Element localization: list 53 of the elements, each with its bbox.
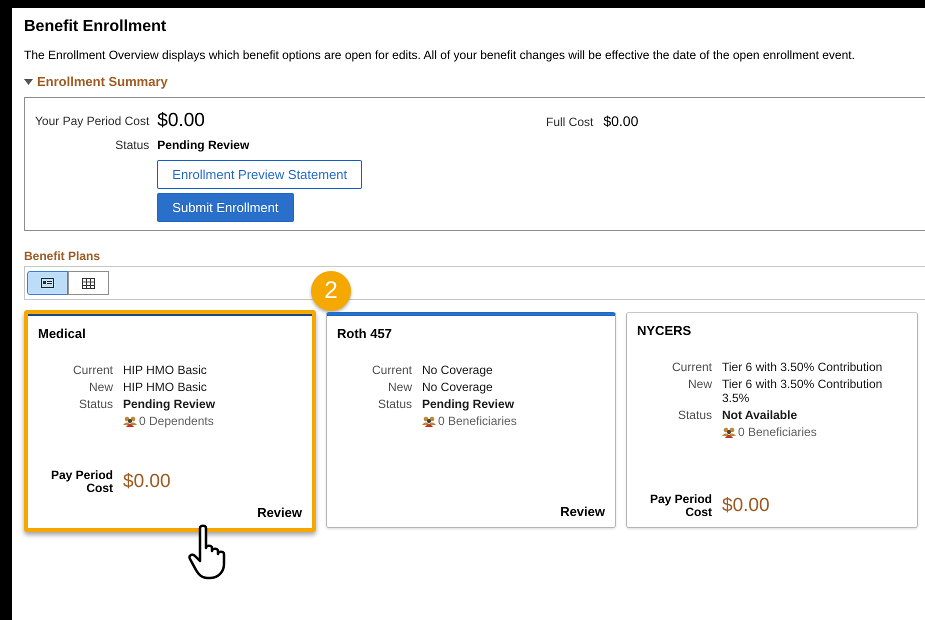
people-count: 0 Beneficiaries xyxy=(438,414,517,428)
full-cost: $0.00 xyxy=(603,113,638,129)
field-label: Pay Period Cost xyxy=(648,493,712,519)
status-value: Pending Review xyxy=(123,397,216,411)
field-label: New xyxy=(386,380,412,394)
field-label: Status xyxy=(376,397,412,411)
enrollment-summary-toggle[interactable]: Enrollment Summary xyxy=(24,74,925,89)
people-icon xyxy=(722,426,736,438)
people-icon xyxy=(123,416,137,426)
preview-button[interactable]: Enrollment Preview Statement xyxy=(157,160,362,189)
page-description: The Enrollment Overview displays which benefit options are open for edits. All of your benefit changes will be effective the date of the open enrollment event. xyxy=(24,48,856,62)
pay-period-cost: $0.00 xyxy=(123,471,172,493)
view-toggle[interactable] xyxy=(68,271,109,295)
people-count: 0 Dependents xyxy=(139,414,214,428)
field-label: New xyxy=(88,380,113,394)
field-label: Full Cost xyxy=(546,115,594,129)
field-value: Tier 6 with 3.50% Contribution xyxy=(722,360,884,374)
field-label: Current xyxy=(72,363,113,377)
view-toggle[interactable] xyxy=(27,271,68,295)
field-label: Status xyxy=(78,397,113,411)
status-value: Not Available xyxy=(722,408,798,422)
field-label: Current xyxy=(670,360,712,374)
caret-icon xyxy=(24,78,33,84)
field-value: Tier 6 with 3.50% Contribution 3.5% xyxy=(722,377,884,405)
grid-view-icon xyxy=(82,278,95,288)
page-title: Benefit Enrollment xyxy=(24,18,168,36)
field-label: Status xyxy=(114,138,150,152)
section-title: Enrollment Summary xyxy=(37,74,168,89)
pay-period-cost: $0.00 xyxy=(722,495,771,517)
card-title: NYCERS xyxy=(637,323,692,338)
review-link[interactable]: Review xyxy=(257,505,302,520)
pay-period-cost: $0.00 xyxy=(157,110,205,132)
card-view-icon xyxy=(41,278,54,288)
status-value: Pending Review xyxy=(157,138,250,152)
field-label: New xyxy=(686,377,712,393)
field-value: HIP HMO Basic xyxy=(123,380,208,394)
section-title: Benefit Plans xyxy=(24,249,102,263)
field-label: Your Pay Period Cost xyxy=(35,114,150,128)
review-link[interactable]: Review xyxy=(560,504,605,519)
field-value: HIP HMO Basic xyxy=(123,363,208,377)
people-count: 0 Beneficiaries xyxy=(738,425,817,439)
field-label: Current xyxy=(370,363,412,377)
status-value: Pending Review xyxy=(422,397,516,411)
plan-card[interactable]: Roth 457 Current No Coverage New No Coverage Status Pending Review 0 Beneficiaries Review xyxy=(326,312,616,528)
field-value: No Coverage xyxy=(422,363,494,377)
card-title: Medical xyxy=(38,326,87,341)
field-value: No Coverage xyxy=(422,380,494,394)
submit-button[interactable]: Submit Enrollment xyxy=(157,193,294,222)
field-label: Status xyxy=(676,408,712,422)
step-badge: 2 xyxy=(311,271,351,311)
card-title: Roth 457 xyxy=(337,326,393,341)
field-label: Pay Period Cost xyxy=(50,469,113,495)
people-icon xyxy=(422,416,436,426)
